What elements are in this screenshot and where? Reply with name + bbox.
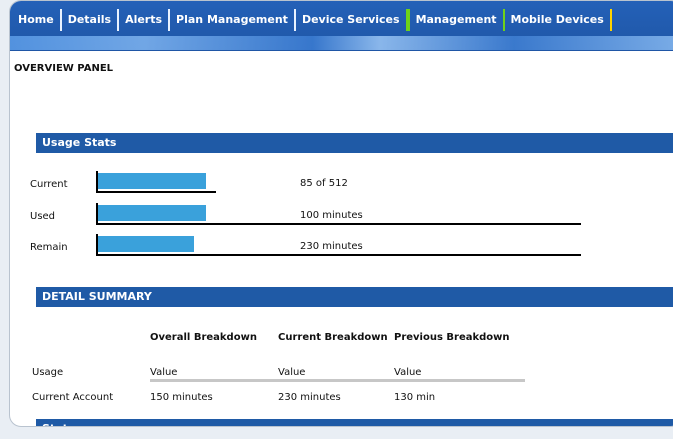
usage-row-label: Used (30, 211, 56, 222)
top-navigation-bar: Home Details Alerts Plan Management Devi… (10, 1, 673, 51)
table-header: Previous Breakdown (394, 332, 510, 343)
breadcrumb: OVERVIEW PANEL (14, 63, 114, 74)
tab-plan-management[interactable]: Plan Management (170, 9, 296, 31)
usage-row-label: Current (30, 179, 68, 190)
header-wave-decoration (10, 36, 673, 50)
usage-bar (96, 171, 216, 193)
tab-home[interactable]: Home (12, 9, 62, 31)
tab-mobile-devices[interactable]: Mobile Devices (505, 9, 612, 31)
usage-section-header: Usage Stats (36, 133, 673, 153)
usage-row-value: 85 of 512 (300, 178, 348, 189)
table-divider (150, 379, 525, 382)
table-row-label: Usage (32, 367, 64, 378)
tab-device-services[interactable]: Device Services (296, 9, 408, 31)
table-cell: 230 minutes (278, 392, 341, 403)
table-row-label: Current Account (32, 392, 114, 403)
table-cell: Value (394, 367, 422, 378)
tab-alerts[interactable]: Alerts (119, 9, 171, 31)
nav-tabs: Home Details Alerts Plan Management Devi… (12, 9, 612, 31)
window-frame: Home Details Alerts Plan Management Devi… (9, 0, 673, 427)
tab-management[interactable]: Management (407, 9, 505, 31)
usage-row-value: 100 minutes (300, 210, 363, 221)
table-cell: Value (150, 367, 178, 378)
usage-row-label: Remain (30, 242, 68, 253)
bottom-section-header: Status (36, 419, 673, 426)
table-cell: Value (278, 367, 306, 378)
table-cell: 130 min (394, 392, 436, 403)
detail-section-header: DETAIL SUMMARY (36, 287, 673, 307)
table-cell: 150 minutes (150, 392, 213, 403)
usage-row-value: 230 minutes (300, 241, 363, 252)
usage-bar-fill (98, 205, 206, 221)
table-header: Overall Breakdown (150, 332, 257, 343)
usage-bar-fill (98, 173, 206, 189)
tab-details[interactable]: Details (62, 9, 120, 31)
table-header: Current Breakdown (278, 332, 388, 343)
usage-bar-fill (98, 236, 194, 252)
